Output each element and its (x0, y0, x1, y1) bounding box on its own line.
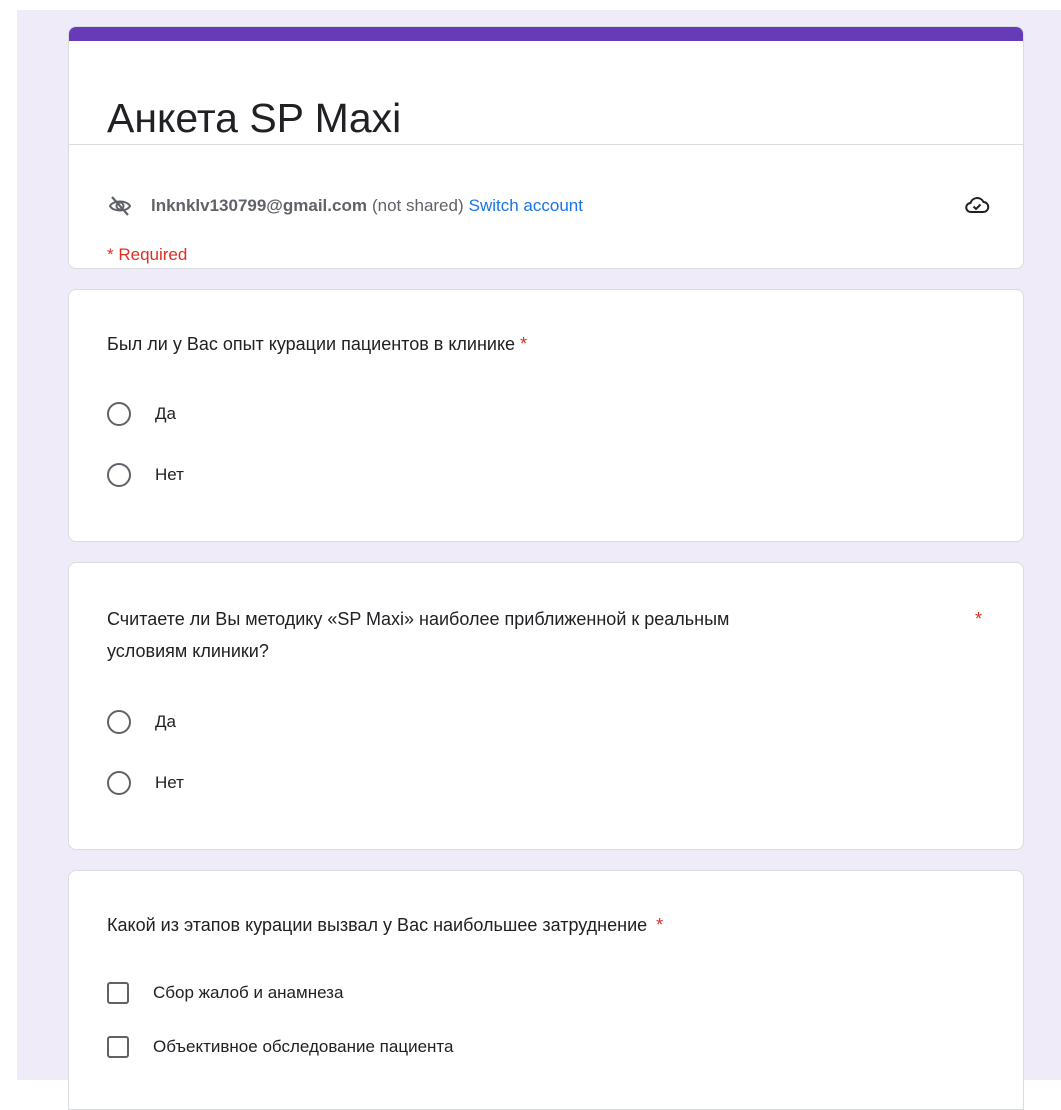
header-accent-bar (69, 27, 1023, 41)
option-label: Сбор жалоб и анамнеза (153, 983, 344, 1002)
account-share-status: (not shared) (371, 196, 464, 215)
required-asterisk: * (975, 609, 983, 629)
radio-option-yes[interactable]: Да (107, 402, 176, 426)
radio-button[interactable] (107, 402, 131, 426)
question-title: Был ли у Вас опыт курации пациентов в кл… (107, 328, 527, 360)
form-header-card: Анкета SP Maxi lnknklv130799@gmail.com (… (68, 26, 1024, 269)
question-card-3: Какой из этапов курации вызвал у Вас наи… (68, 870, 1024, 1110)
required-note: * Required (107, 245, 188, 264)
question-text-line-2: условиям клиники? (107, 641, 269, 661)
question-text-line-1: Считаете ли Вы методику «SP Maxi» наибол… (107, 609, 730, 629)
option-label: Да (155, 404, 176, 423)
required-asterisk: * (656, 915, 664, 935)
option-label: Нет (155, 465, 184, 484)
question-card-1: Был ли у Вас опыт курации пациентов в кл… (68, 289, 1024, 542)
question-title: Какой из этапов курации вызвал у Вас наи… (107, 909, 663, 941)
account-row: lnknklv130799@gmail.com (not shared) Swi… (107, 194, 583, 218)
radio-option-no[interactable]: Нет (107, 771, 184, 795)
radio-button[interactable] (107, 463, 131, 487)
header-divider (69, 144, 1023, 145)
cloud-check-icon (964, 193, 990, 217)
question-text: Был ли у Вас опыт курации пациентов в кл… (107, 334, 516, 354)
checkbox-option-objective-examination[interactable]: Объективное обследование пациента (107, 1036, 453, 1058)
switch-account-link[interactable]: Switch account (469, 196, 583, 216)
eye-off-icon (107, 194, 133, 218)
question-title: Считаете ли Вы методику «SP Maxi» наибол… (107, 603, 937, 667)
radio-button[interactable] (107, 710, 131, 734)
required-asterisk: * (520, 334, 528, 354)
checkbox[interactable] (107, 982, 129, 1004)
radio-button[interactable] (107, 771, 131, 795)
checkbox-option-complaints-anamnesis[interactable]: Сбор жалоб и анамнеза (107, 982, 343, 1004)
question-text: Какой из этапов курации вызвал у Вас наи… (107, 915, 648, 935)
option-label: Нет (155, 773, 184, 792)
option-label: Да (155, 712, 176, 731)
question-card-2: Считаете ли Вы методику «SP Maxi» наибол… (68, 562, 1024, 850)
checkbox[interactable] (107, 1036, 129, 1058)
account-email: lnknklv130799@gmail.com (151, 196, 367, 215)
form-title: Анкета SP Maxi (107, 95, 402, 141)
radio-option-yes[interactable]: Да (107, 710, 176, 734)
option-label: Объективное обследование пациента (153, 1037, 454, 1056)
radio-option-no[interactable]: Нет (107, 463, 184, 487)
